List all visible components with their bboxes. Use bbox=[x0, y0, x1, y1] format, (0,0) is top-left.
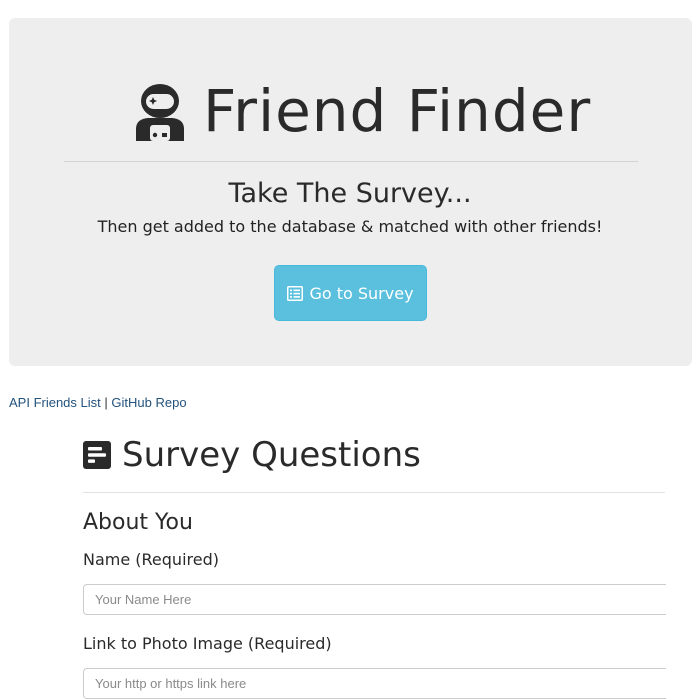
photo-link-input[interactable] bbox=[83, 668, 666, 699]
photo-link-label: Link to Photo Image (Required) bbox=[83, 634, 332, 653]
name-input[interactable] bbox=[83, 584, 666, 615]
list-alt-icon bbox=[287, 285, 304, 301]
page-title: Friend Finder bbox=[203, 77, 592, 145]
astronaut-icon bbox=[136, 84, 184, 141]
go-to-survey-button[interactable]: Go to Survey bbox=[274, 265, 427, 321]
github-repo-link[interactable]: GitHub Repo bbox=[111, 395, 186, 410]
survey-heading: Take The Survey... bbox=[228, 178, 472, 209]
name-label: Name (Required) bbox=[83, 550, 219, 569]
survey-questions-title: Survey Questions bbox=[122, 435, 421, 475]
section-title: About You bbox=[83, 510, 193, 535]
poll-h-icon bbox=[83, 441, 111, 469]
divider bbox=[83, 492, 665, 493]
link-separator: | bbox=[104, 395, 108, 410]
api-friends-link[interactable]: API Friends List bbox=[9, 395, 101, 410]
go-to-survey-label: Go to Survey bbox=[309, 283, 414, 303]
brand: Friend Finder bbox=[0, 74, 700, 154]
footer-links: API Friends List | GitHub Repo bbox=[9, 395, 187, 411]
survey-subheading: Then get added to the database & matched… bbox=[97, 217, 603, 236]
divider bbox=[64, 161, 638, 162]
